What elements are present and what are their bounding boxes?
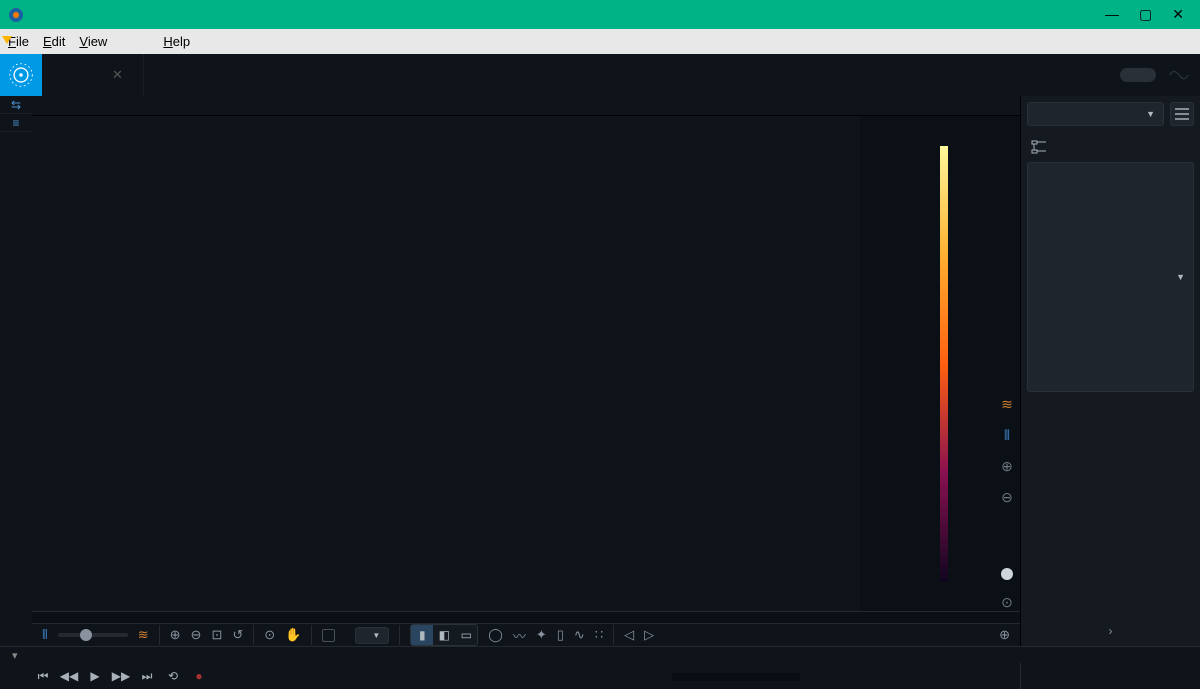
loop-icon[interactable]: ⟲ [162,665,184,687]
time-format-label[interactable]: ▾ [12,649,18,662]
harmonic-tool-icon[interactable]: ∿ [574,627,585,643]
file-tab[interactable]: ✕ [58,54,144,96]
chain-icon [1031,140,1047,154]
instant-process-checkbox[interactable] [322,629,335,642]
minimize-button[interactable]: — [1105,6,1119,23]
transport-controls: ⏮ ◀◀ ▶ ▶▶ ⏭ ⟲ ● [32,665,210,687]
vertical-zoom-slider[interactable] [1005,520,1009,580]
zoom-out-icon[interactable]: ⊖ [191,627,202,643]
db-ruler [860,116,890,611]
attenuate-select[interactable]: ▼ [355,627,389,644]
logo-icon [0,54,42,96]
rewind-start-icon[interactable]: ⏮ [32,665,54,687]
next-event-icon[interactable]: ▷ [644,627,654,643]
channel-left-label [0,132,32,389]
waveform-mode-icon[interactable]: ⦀ [1004,427,1010,444]
history-panel[interactable] [1020,663,1200,689]
freq-select-icon[interactable]: ▭ [455,625,477,645]
zoom-sel-icon[interactable]: ⊡ [211,627,222,643]
spectrum-mode-icon[interactable]: ≋ [1001,396,1013,413]
level-meter [666,663,806,689]
find-similar-icon[interactable]: ∷ [595,627,603,643]
zoom-fit-h-icon[interactable]: ⊕ [999,627,1010,643]
selection-info [806,663,1020,689]
zoom-reset-icon[interactable]: ↺ [232,627,243,643]
repair-assistant-icon [1164,60,1194,90]
menu-edit[interactable]: Edit [43,34,65,49]
app-header: ✕ [0,54,1200,96]
region-tool-icon[interactable]: ▯ [557,627,564,643]
rewind-icon[interactable]: ◀◀ [58,665,80,687]
zoom-in-icon[interactable]: ⊕ [170,627,181,643]
play-icon[interactable]: ▶ [84,665,106,687]
maximize-button[interactable]: ▢ [1139,6,1152,23]
left-gutter: ⇆ ≡ [0,96,32,646]
menu-help[interactable]: Help [163,34,190,49]
playhead-marker-icon[interactable] [2,36,12,46]
wand-tool-icon[interactable]: ✦ [536,627,547,643]
lasso-tool-icon[interactable]: ◯ [488,627,503,643]
grab-tool-icon[interactable]: ✋ [285,627,301,643]
prev-event-icon[interactable]: ◁ [624,627,634,643]
spectrogram-scale [954,116,994,611]
module-category-dropdown[interactable]: ▼ [1027,162,1194,392]
overview-collapse-icon[interactable]: ⇆ [0,96,32,114]
brand-badge [42,71,58,79]
blend-slider[interactable] [58,633,128,637]
spectrogram-view[interactable] [32,116,860,611]
record-icon[interactable]: ● [188,665,210,687]
module-list [1021,396,1200,616]
timefreq-select-icon[interactable]: ◧ [433,625,455,645]
window-titlebar: — ▢ ✕ [0,0,1200,29]
channel-right-label [0,389,32,646]
close-button[interactable]: ✕ [1172,6,1184,23]
overview-toggle-icon[interactable]: ≡ [0,114,32,132]
overview-strip[interactable] [32,96,1020,116]
right-sidebar: ▼ ▼ › [1020,96,1200,646]
time-ruler[interactable] [32,611,1020,623]
repair-assistant-button[interactable] [1120,68,1156,82]
module-menu-button[interactable] [1170,102,1194,126]
module-filter-dropdown[interactable]: ▼ [1027,102,1164,126]
freq-ruler [890,116,934,611]
spectrogram-colorbar [934,116,954,611]
brush-tool-icon[interactable]: 〰 [513,626,526,645]
tab-close-icon[interactable]: ✕ [112,67,123,83]
zoom-in-v-icon[interactable]: ⊕ [1001,458,1013,475]
forward-end-icon[interactable]: ⏭ [136,665,158,687]
selection-mode-group: ▮ ◧ ▭ [410,624,478,646]
forward-icon[interactable]: ▶▶ [110,665,132,687]
module-chain-header[interactable] [1021,132,1200,162]
time-select-icon[interactable]: ▮ [411,625,433,645]
zoom-out-v-icon[interactable]: ⊖ [1001,489,1013,506]
bottom-toolbar: ⦀ ≋ ⊕ ⊖ ⊡ ↺ ⊙ ✋ ▼ ▮ ◧ ▭ ◯ 〰 ✦ ▯ ∿ [32,623,1020,646]
status-bar: ▾ ⏮ ◀◀ ▶ ▶▶ ⏭ ⟲ ● [0,646,1200,689]
waveform-display-icon[interactable]: ⦀ [42,627,48,643]
vertical-toolbar: ≋ ⦀ ⊕ ⊖ ⊙ [994,116,1020,611]
zoom-fit-v-icon[interactable]: ⊙ [1001,594,1013,611]
app-icon [8,7,24,23]
menu-bar: File Edit View Help [0,29,1200,54]
spectrum-display-icon[interactable]: ≋ [138,627,149,643]
select-tool-icon[interactable]: ⊙ [264,627,275,643]
menu-view[interactable]: View [79,34,107,49]
expand-sidebar-icon[interactable]: › [1109,624,1113,638]
